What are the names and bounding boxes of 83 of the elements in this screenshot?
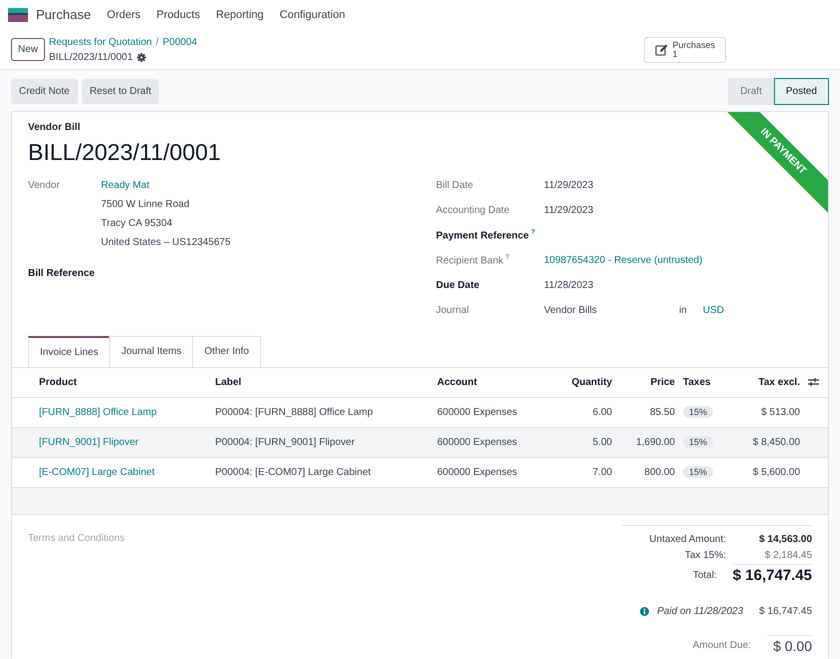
table-cell: $ 5,600.00 (730, 457, 804, 487)
app-logo-icon[interactable] (8, 8, 28, 22)
tax-tag: 15% (683, 406, 714, 418)
help-tooltip[interactable]: ? (530, 228, 536, 236)
field-label: Payment Reference (436, 230, 529, 241)
product-link[interactable]: [FURN_8888] Office Lamp (39, 406, 157, 418)
address-line: Tracy CA 95304 (101, 216, 174, 230)
edit-icon (655, 44, 668, 56)
address-line: 7500 W Linne Road (101, 198, 190, 212)
table-cell: P00004: [FURN_8888] Office Lamp (211, 397, 434, 427)
total-label: Untaxed Amount: (649, 533, 726, 547)
payment-text: Paid on 11/28/2023 (657, 604, 744, 618)
field-label: Recipient Bank (436, 254, 504, 266)
product-link[interactable]: [FURN_9001] Flipover (39, 436, 138, 448)
optional-columns-icon[interactable] (808, 376, 819, 387)
bank-account-link[interactable]: 10987654320 - Reserve (untrusted) (544, 252, 702, 278)
vendor-link[interactable]: Ready Mat (101, 178, 231, 192)
field-label: Bill Date (436, 180, 474, 190)
tab[interactable]: Invoice Lines (28, 336, 110, 366)
column-header[interactable]: Product (12, 367, 212, 397)
total-label: Total: (692, 569, 717, 583)
total-value: $ 14,563.00 (758, 533, 812, 547)
info-icon[interactable] (640, 606, 650, 616)
field-label: Bill Reference (28, 268, 95, 278)
table-cell: 5.00 (551, 427, 616, 457)
column-header[interactable]: Account (433, 367, 552, 397)
address-line: United States – US12345675 (101, 236, 231, 250)
table-cell: 600000 Expenses (433, 427, 552, 457)
tax-tag: 15% (683, 436, 714, 448)
column-header[interactable]: Quantity (551, 367, 616, 397)
table-cell: 6.00 (551, 397, 616, 427)
action-button[interactable]: Reset to Draft (82, 79, 160, 104)
field-value: 11/29/2023 (544, 204, 594, 218)
payment-amount: $ 16,747.45 (759, 604, 812, 618)
table-cell: P00004: [E-COM07] Large Cabinet (211, 457, 434, 487)
total-label: Tax 15%: (684, 549, 726, 563)
field-value: 11/29/2023 (544, 178, 594, 192)
action-button[interactable]: Credit Note (11, 79, 78, 104)
menu-item[interactable]: Reporting (216, 6, 264, 24)
purchases-smart-button[interactable]: Purchases 1 (644, 36, 726, 62)
status-step[interactable]: Draft (728, 78, 774, 105)
menu-item[interactable]: Products (156, 6, 200, 24)
field-label: Journal (436, 304, 469, 316)
form-subtitle: Vendor Bill (28, 122, 80, 133)
table-cell: 1,690.00 (616, 427, 679, 457)
settings-icon[interactable] (136, 52, 146, 62)
breadcrumb-separator: / (156, 36, 159, 50)
table-cell: P00004: [FURN_9001] Flipover (211, 427, 434, 457)
product-link[interactable]: [E-COM07] Large Cabinet (39, 466, 155, 478)
column-header[interactable]: Tax excl. (730, 367, 804, 397)
amount-due-label: Amount Due: (692, 639, 752, 653)
new-button[interactable]: New (11, 38, 46, 61)
bill-title: BILL/2023/11/0001 (28, 139, 221, 165)
currency-link[interactable]: USD (702, 302, 724, 328)
tax-tag: 15% (683, 466, 714, 478)
connector-text: in (679, 304, 687, 318)
table-cell: 85.50 (616, 397, 679, 427)
column-header[interactable]: Taxes (679, 367, 730, 397)
amount-due-value: $ 0.00 (767, 634, 812, 656)
field-label: Accounting Date (436, 204, 510, 216)
total-value: $ 2,184.45 (764, 549, 812, 563)
breadcrumb-link[interactable]: P00004 (162, 34, 198, 50)
record-name: BILL/2023/11/0001 (49, 50, 133, 64)
table-cell: $ 8,450.00 (730, 427, 804, 457)
help-tooltip[interactable]: ? (505, 254, 510, 260)
breadcrumb-link[interactable]: Requests for Quotation (49, 34, 152, 50)
status-step[interactable]: Posted (774, 78, 829, 105)
column-header[interactable]: Price (616, 367, 679, 397)
column-header[interactable]: Label (211, 367, 434, 397)
field-label: Due Date (436, 280, 480, 290)
field-label: Vendor (28, 180, 60, 190)
table-cell: 600000 Expenses (433, 397, 552, 427)
field-value: 11/28/2023 (544, 278, 594, 292)
table-cell: 7.00 (551, 457, 616, 487)
app-name[interactable]: Purchase (36, 5, 91, 25)
table-cell: 600000 Expenses (433, 457, 552, 487)
table-cell: $ 513.00 (730, 397, 804, 427)
tab[interactable]: Other Info (192, 336, 261, 366)
menu-item[interactable]: Orders (106, 6, 141, 24)
total-value: $ 16,747.45 (732, 564, 812, 588)
menu-item[interactable]: Configuration (280, 6, 346, 24)
table-cell: 800.00 (616, 457, 679, 487)
field-value: Vendor Bills (544, 304, 597, 318)
